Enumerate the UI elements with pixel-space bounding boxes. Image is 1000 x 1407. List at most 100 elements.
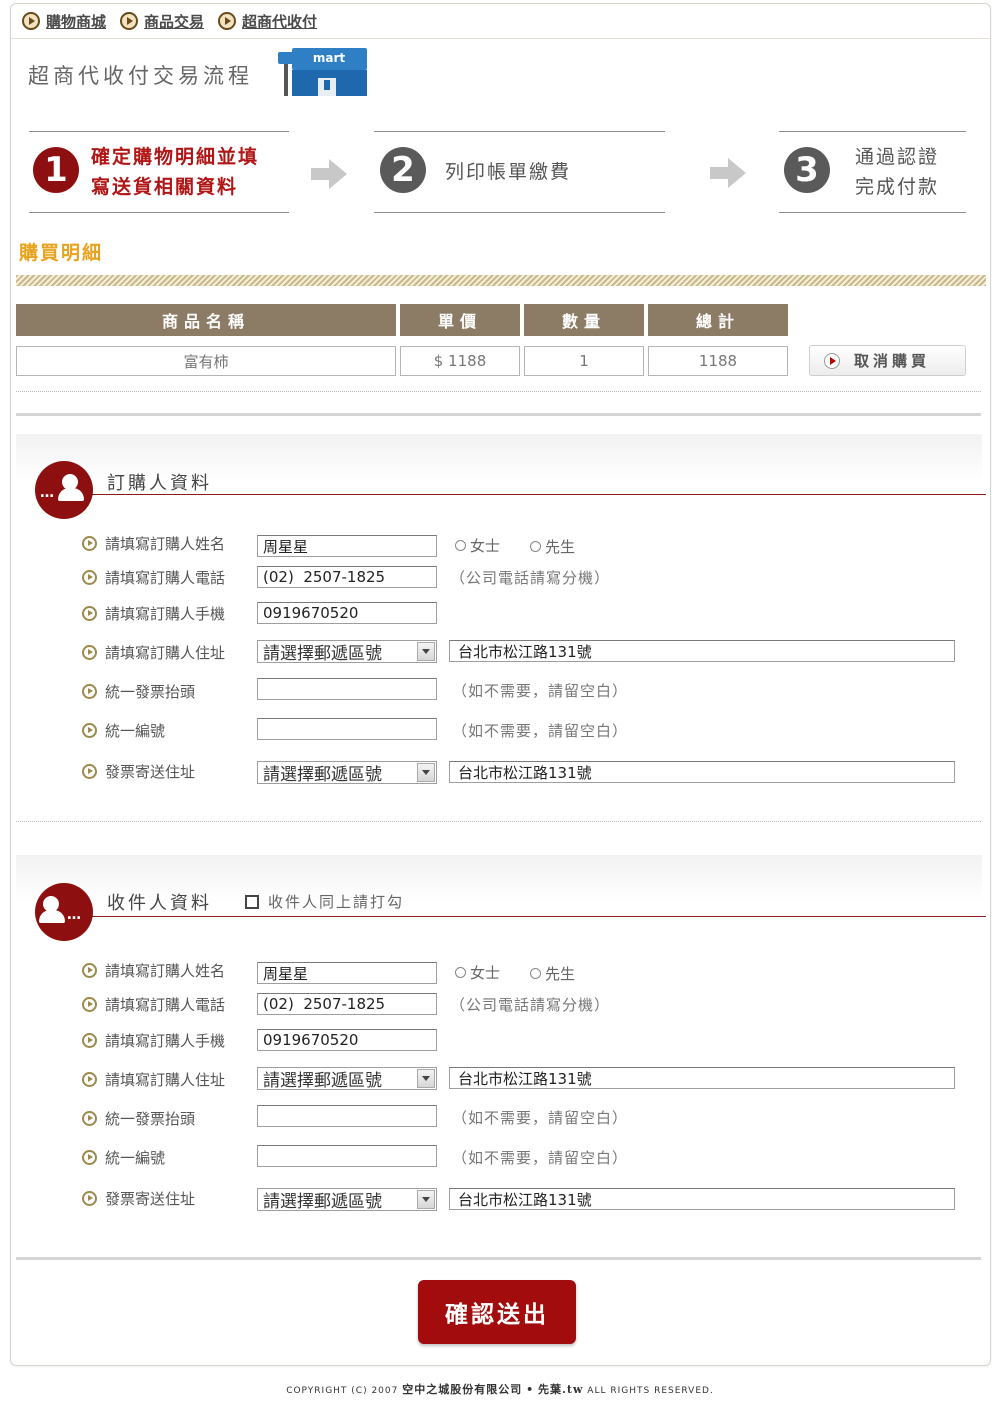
arrow-circle-icon [82,1110,97,1126]
buyer-mobile-input[interactable] [257,602,437,624]
dotted-divider [16,821,981,822]
top-nav: 購物商城 商品交易 超商代收付 [22,10,331,32]
receiver-address-input[interactable]: 台北市松江路131號 [449,1067,955,1089]
arrow-circle-icon [82,683,97,699]
receiver-invoice-title-input[interactable] [257,1105,437,1127]
receiver-name-input[interactable] [257,962,437,984]
buyer-phone-input[interactable] [257,566,437,588]
receiver-invoice-address-label: 發票寄送住址 [82,1188,195,1208]
receiver-mobile-input[interactable] [257,1029,437,1051]
cell-total: 1188 [648,346,788,376]
nav-item-mall[interactable]: 購物商城 [22,11,106,32]
buyer-phone-label: 請填寫訂購人電話 [82,567,225,587]
mart-logo-text: mart [313,51,346,65]
receiver-invoice-title-note: （如不需要，請留空白） [452,1109,629,1127]
step-3-line2: 完成付款 [855,176,940,198]
buyer-invoice-address-label: 發票寄送住址 [82,761,195,781]
cell-qty: 1 [524,346,644,376]
buyer-address-label: 請填寫訂購人住址 [82,642,225,662]
buyer-invoice-address-input[interactable]: 台北市松江路131號 [449,761,955,783]
buyer-tax-id-note: （如不需要，請留空白） [452,722,629,740]
chevron-down-icon[interactable] [417,1190,435,1209]
nav-item-trade[interactable]: 商品交易 [120,11,204,32]
radio-icon[interactable] [530,968,541,979]
arrow-circle-icon [120,12,139,30]
arrow-circle-icon [82,644,97,660]
radio-icon[interactable] [455,967,466,978]
receiver-phone-note: （公司電話請寫分機） [450,996,611,1014]
cell-product-name: 富有柿 [16,346,396,376]
hatch-divider [16,275,986,286]
checkbox-icon[interactable] [245,894,259,909]
receiver-mobile-label: 請填寫訂購人手機 [82,1030,225,1050]
buyer-phone-note: （公司電話請寫分機） [450,569,611,587]
same-as-buyer-checkbox[interactable]: 收件人同上請打勾 [245,891,404,912]
receiver-section-title: 收件人資料 [107,893,212,914]
play-icon [824,352,840,369]
person-icon: … [35,461,93,519]
section-divider [16,1257,981,1260]
arrow-circle-icon [82,996,97,1012]
step-3-number: 3 [784,147,830,193]
dotted-divider [16,391,981,392]
col-header-name: 商品名稱 [16,304,396,336]
receiver-zip-select[interactable]: 請選擇郵遞區號 [257,1067,437,1091]
chevron-down-icon[interactable] [417,642,435,661]
mart-store-icon: mart [278,48,367,96]
arrow-circle-icon [82,722,97,738]
buyer-zip-select[interactable]: 請選擇郵遞區號 [257,640,437,664]
arrow-circle-icon [82,1071,97,1087]
section-divider [16,413,981,416]
chevron-down-icon[interactable] [417,763,435,782]
receiver-phone-label: 請填寫訂購人電話 [82,994,225,1014]
buyer-radio-female[interactable]: 女士 [455,535,500,556]
receiver-radio-male[interactable]: 先生 [530,963,575,984]
arrow-circle-icon [82,569,97,585]
arrow-circle-icon [82,535,97,551]
radio-icon[interactable] [530,541,541,552]
buyer-radio-male[interactable]: 先生 [530,536,575,557]
buyer-invoice-title-input[interactable] [257,678,437,700]
step-2-line1: 列印帳單繳費 [445,161,572,183]
buyer-name-input[interactable] [257,535,437,557]
step-1-number: 1 [33,147,79,193]
purchase-detail-heading: 購買明細 [19,242,104,264]
receiver-invoice-title-label: 統一發票抬頭 [82,1108,195,1128]
receiver-invoice-zip-select[interactable]: 請選擇郵遞區號 [257,1188,437,1212]
step-arrow-icon [311,159,347,189]
buyer-address-input[interactable]: 台北市松江路131號 [449,640,955,662]
arrow-circle-icon [22,12,40,30]
arrow-circle-icon [218,12,237,30]
arrow-circle-icon [82,763,97,779]
receiver-tax-id-input[interactable] [257,1145,437,1167]
cell-price: $ 1188 [400,346,520,376]
step-2-number: 2 [380,147,426,193]
confirm-submit-button[interactable]: 確認送出 [418,1280,576,1344]
receiver-phone-input[interactable] [257,993,437,1015]
chevron-down-icon[interactable] [417,1069,435,1088]
col-header-total: 總計 [648,304,788,336]
footer-copyright: COPYRIGHT (C) 2007 空中之城股份有限公司 • 先葉.tw AL… [286,1383,714,1396]
step-3: 3 通過認證 完成付款 [779,131,966,213]
step-3-line1: 通過認證 [855,146,940,168]
cancel-purchase-label: 取消購買 [854,352,931,370]
nav-item-cvs-payment[interactable]: 超商代收付 [218,11,317,32]
cancel-purchase-button[interactable]: 取消購買 [809,345,966,376]
radio-icon[interactable] [455,540,466,551]
receiver-tax-id-note: （如不需要，請留空白） [452,1149,629,1167]
receiver-section-rule [60,916,986,917]
buyer-invoice-zip-select[interactable]: 請選擇郵遞區號 [257,761,437,785]
step-1-line1: 確定購物明細並填 [91,146,260,168]
buyer-tax-id-input[interactable] [257,718,437,740]
buyer-invoice-title-label: 統一發票抬頭 [82,681,195,701]
receiver-radio-female[interactable]: 女士 [455,962,500,983]
nav-divider [11,38,990,39]
step-1: 1 確定購物明細並填 寫送貨相關資料 [29,131,289,213]
step-arrow-icon [710,158,746,188]
arrow-circle-icon [82,1032,97,1048]
receiver-address-label: 請填寫訂購人住址 [82,1069,225,1089]
page-title: 超商代收付交易流程 [28,64,253,88]
receiver-invoice-address-input[interactable]: 台北市松江路131號 [449,1188,955,1210]
arrow-circle-icon [82,1149,97,1165]
person-icon: … [35,883,93,941]
